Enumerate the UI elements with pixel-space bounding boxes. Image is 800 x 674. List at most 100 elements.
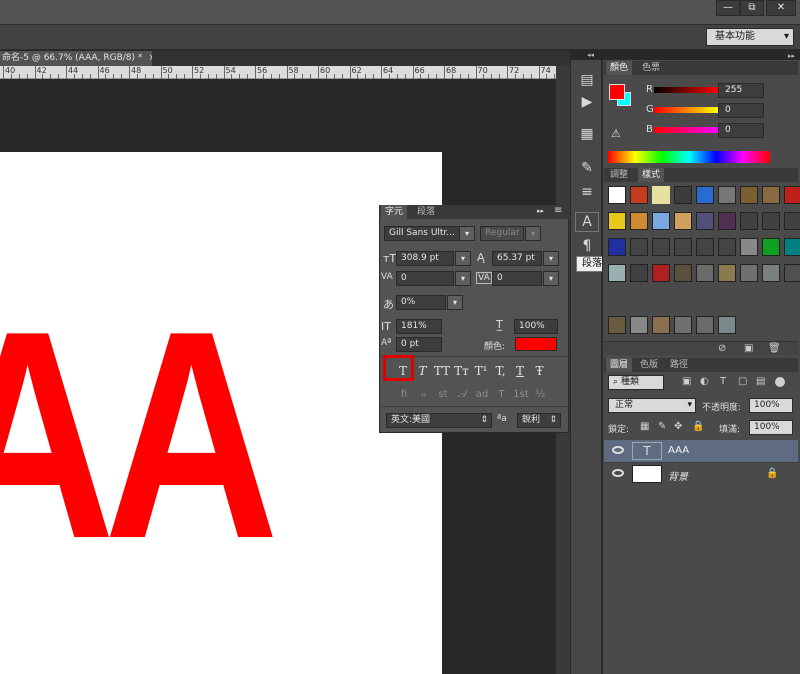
layer-row-aaa[interactable]: T AAA [604, 440, 798, 462]
style-preset-swatch[interactable] [784, 238, 800, 256]
restore-button[interactable]: ⧉ [740, 0, 764, 16]
style-preset-swatch[interactable] [784, 264, 800, 282]
style-preset-swatch[interactable] [696, 264, 714, 282]
tab-paths[interactable]: 路徑 [666, 358, 692, 372]
style-preset-swatch[interactable] [652, 238, 670, 256]
close-button[interactable]: ✕ [766, 0, 796, 16]
channel-g-value[interactable]: 0 [718, 103, 764, 118]
style-preset-swatch[interactable] [630, 212, 648, 230]
fill-input[interactable]: 100% [749, 420, 793, 435]
style-preset-swatch[interactable] [784, 212, 800, 230]
style-preset-swatch[interactable] [762, 264, 780, 282]
brush-presets-icon[interactable]: ≡ [575, 180, 599, 204]
baseline-shift-input[interactable]: 0 pt [396, 337, 442, 352]
font-style-dropdown[interactable]: ▾ [525, 226, 541, 241]
play-icon[interactable]: ▶ [575, 90, 599, 114]
style-preset-swatch[interactable] [608, 316, 626, 334]
style-preset-swatch[interactable] [674, 264, 692, 282]
font-family-dropdown[interactable]: ▾ [459, 226, 475, 241]
style-preset-swatch[interactable] [696, 316, 714, 334]
layer-filter-select[interactable]: ⌕ 種類 [608, 375, 664, 390]
font-family-select[interactable]: Gill Sans Ultr... [384, 226, 460, 241]
antialias-select[interactable]: 銳利 ⇕ [517, 413, 561, 428]
style-preset-swatch[interactable] [630, 316, 648, 334]
eye-icon[interactable] [612, 446, 624, 454]
panel-menu-icon[interactable]: ≡ [554, 205, 562, 216]
tab-color[interactable]: 顏色 [606, 61, 633, 75]
trash-icon[interactable]: 🗑 [768, 343, 781, 354]
channel-r-value[interactable]: 255 [718, 83, 764, 98]
filter-toggle[interactable] [775, 377, 785, 387]
font-style-select[interactable]: Regular [480, 226, 524, 241]
tab-adjustments[interactable]: 調整 [606, 168, 632, 182]
info-icon[interactable]: ▦ [575, 122, 599, 146]
style-preset-swatch[interactable] [718, 238, 736, 256]
style-preset-swatch[interactable] [608, 238, 626, 256]
text-format-button[interactable]: TT [433, 362, 451, 380]
channel-g-slider[interactable] [654, 107, 718, 113]
channel-r-slider[interactable] [654, 87, 718, 93]
opentype-feature-button[interactable]: 1st [513, 389, 529, 403]
style-preset-swatch[interactable] [652, 212, 670, 230]
style-preset-swatch[interactable] [630, 238, 648, 256]
channel-b-value[interactable]: 0 [718, 123, 764, 138]
opacity-input[interactable]: 100% [749, 398, 793, 413]
style-preset-swatch[interactable] [608, 212, 626, 230]
font-size-input[interactable]: 308.9 pt [396, 251, 454, 266]
shape-filter-icon[interactable]: ▢ [738, 376, 747, 387]
style-preset-swatch[interactable] [696, 186, 714, 204]
horizontal-scale-input[interactable]: 100% [514, 319, 558, 334]
tab-character[interactable]: 字元 [381, 205, 408, 219]
tsume-input[interactable]: 0% [396, 295, 446, 310]
style-preset-swatch[interactable] [674, 316, 692, 334]
style-preset-swatch[interactable] [674, 238, 692, 256]
new-style-icon[interactable]: ▣ [744, 343, 753, 354]
style-preset-swatch[interactable] [674, 212, 692, 230]
opentype-feature-button[interactable]: ad [474, 389, 490, 403]
kerning-dropdown[interactable]: ▾ [455, 271, 471, 286]
style-preset-swatch[interactable] [652, 316, 670, 334]
tab-paragraph[interactable]: 段落 [413, 205, 439, 219]
collapse-icon[interactable]: ◂◂ [587, 51, 594, 59]
text-format-button[interactable]: Tт [453, 362, 471, 380]
leading-input[interactable]: 65.37 pt [492, 251, 542, 266]
lock-all-icon[interactable]: 🔒 [692, 421, 704, 432]
font-size-dropdown[interactable]: ▾ [455, 251, 471, 266]
text-color-swatch[interactable] [515, 337, 557, 351]
collapse-icon[interactable]: ▸▸ [537, 207, 544, 215]
opentype-feature-button[interactable]: ℴ [416, 389, 432, 403]
tsume-dropdown[interactable]: ▾ [447, 295, 463, 310]
style-preset-swatch[interactable] [696, 238, 714, 256]
minimize-button[interactable]: — [716, 0, 740, 16]
style-preset-swatch[interactable] [696, 212, 714, 230]
opentype-feature-button[interactable]: 𝒜 [455, 389, 471, 403]
style-preset-swatch[interactable] [608, 264, 626, 282]
blend-mode-select[interactable]: 正常 ▾ [608, 398, 696, 413]
style-preset-swatch[interactable] [718, 316, 736, 334]
brush-icon[interactable]: ✎ [575, 156, 599, 180]
character-panel-icon[interactable]: A [575, 212, 599, 232]
lock-move-icon[interactable]: ✥ [674, 421, 682, 432]
layer-name[interactable]: AAA [668, 445, 689, 456]
color-spectrum[interactable] [608, 151, 770, 163]
opentype-feature-button[interactable]: fi [396, 389, 412, 403]
layer-name[interactable]: 背景 [668, 468, 688, 483]
style-preset-swatch[interactable] [762, 238, 780, 256]
tab-channels[interactable]: 色版 [636, 358, 662, 372]
vertical-scale-input[interactable]: 181% [396, 319, 442, 334]
clear-style-icon[interactable]: ⊘ [718, 343, 726, 354]
leading-dropdown[interactable]: ▾ [543, 251, 559, 266]
lock-brush-icon[interactable]: ✎ [658, 421, 666, 432]
style-preset-swatch[interactable] [740, 238, 758, 256]
adjust-filter-icon[interactable]: ◐ [700, 376, 709, 387]
kerning-input[interactable]: 0 [396, 271, 454, 286]
text-format-button[interactable]: T [511, 362, 529, 380]
document-tab[interactable]: 命名-5 @ 66.7% (AAA, RGB/8) * × [0, 51, 152, 66]
style-preset-swatch[interactable] [608, 186, 626, 204]
tab-styles[interactable]: 樣式 [638, 168, 665, 182]
style-preset-swatch[interactable] [652, 186, 670, 204]
history-icon[interactable]: ▤ [575, 68, 599, 92]
style-preset-swatch[interactable] [718, 186, 736, 204]
style-preset-swatch[interactable] [784, 186, 800, 204]
text-format-button[interactable]: T [414, 362, 432, 380]
